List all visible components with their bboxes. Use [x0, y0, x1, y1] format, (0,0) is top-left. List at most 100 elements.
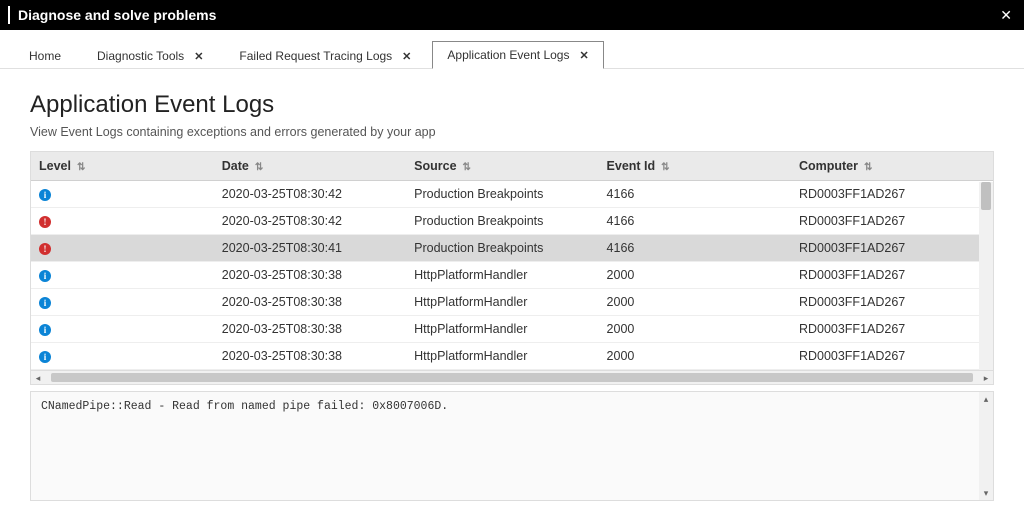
cell-level: ! [31, 208, 214, 235]
table-row[interactable]: ! 2020-03-25T08:30:41Production Breakpoin… [31, 235, 993, 262]
cell-level: i [31, 262, 214, 289]
cell-source: HttpPlatformHandler [406, 289, 598, 316]
col-header-label: Level [39, 159, 71, 173]
window-close-button[interactable]: ✕ [996, 3, 1016, 28]
table-row[interactable]: i 2020-03-25T08:30:38HttpPlatformHandler2… [31, 316, 993, 343]
table-body: i 2020-03-25T08:30:42Production Breakpoin… [31, 181, 993, 370]
event-log-table-wrap: Level ⇅ Date ⇅ Source ⇅ Event Id ⇅ Computer ⇅… [30, 151, 994, 371]
table-vertical-scrollbar[interactable] [979, 182, 993, 370]
table-horizontal-scrollbar[interactable]: ◂ ▸ [30, 371, 994, 385]
sort-icon: ⇅ [77, 162, 85, 173]
cell-computer: RD0003FF1AD267 [791, 235, 993, 262]
tab-close-icon[interactable]: ✕ [402, 50, 411, 63]
tab-failed-request-tracing-logs[interactable]: Failed Request Tracing Logs ✕ [224, 42, 426, 69]
scroll-left-icon[interactable]: ◂ [31, 371, 45, 385]
table-row[interactable]: i 2020-03-25T08:30:42Production Breakpoin… [31, 181, 993, 208]
cell-source: HttpPlatformHandler [406, 343, 598, 370]
tab-label: Application Event Logs [447, 48, 569, 62]
table-row[interactable]: i 2020-03-25T08:30:38HttpPlatformHandler2… [31, 262, 993, 289]
cell-computer: RD0003FF1AD267 [791, 208, 993, 235]
cell-eventid: 2000 [599, 316, 791, 343]
cell-date: 2020-03-25T08:30:38 [214, 289, 406, 316]
col-header-label: Computer [799, 159, 858, 173]
col-header-computer[interactable]: Computer ⇅ [791, 152, 993, 181]
cell-computer: RD0003FF1AD267 [791, 181, 993, 208]
event-detail-text: CNamedPipe::Read - Read from named pipe … [31, 392, 993, 421]
cell-source: Production Breakpoints [406, 181, 598, 208]
tab-bar: Home Diagnostic Tools ✕ Failed Request T… [0, 30, 1024, 69]
cell-computer: RD0003FF1AD267 [791, 289, 993, 316]
cell-source: Production Breakpoints [406, 235, 598, 262]
cell-date: 2020-03-25T08:30:42 [214, 181, 406, 208]
tab-label: Diagnostic Tools [97, 49, 184, 63]
cell-date: 2020-03-25T08:30:38 [214, 343, 406, 370]
tab-diagnostic-tools[interactable]: Diagnostic Tools ✕ [82, 42, 218, 69]
content-area: Application Event Logs View Event Logs c… [0, 69, 1024, 512]
cell-computer: RD0003FF1AD267 [791, 262, 993, 289]
cell-source: HttpPlatformHandler [406, 316, 598, 343]
scroll-up-icon[interactable]: ▴ [979, 392, 993, 406]
diagnose-window: Diagnose and solve problems ✕ Home Diagn… [0, 0, 1024, 512]
titlebar: Diagnose and solve problems ✕ [0, 0, 1024, 30]
col-header-level[interactable]: Level ⇅ [31, 152, 214, 181]
page-subtitle: View Event Logs containing exceptions an… [30, 125, 994, 139]
cell-level: i [31, 181, 214, 208]
cell-level: i [31, 343, 214, 370]
cell-source: HttpPlatformHandler [406, 262, 598, 289]
cell-computer: RD0003FF1AD267 [791, 316, 993, 343]
sort-icon: ⇅ [463, 162, 471, 173]
col-header-label: Source [414, 159, 456, 173]
cell-eventid: 2000 [599, 343, 791, 370]
scrollbar-thumb[interactable] [981, 182, 991, 210]
col-header-date[interactable]: Date ⇅ [214, 152, 406, 181]
info-icon: i [39, 270, 51, 282]
sort-icon: ⇅ [255, 162, 263, 173]
scroll-right-icon[interactable]: ▸ [979, 371, 993, 385]
info-icon: i [39, 297, 51, 309]
tab-label: Home [29, 49, 61, 63]
cell-computer: RD0003FF1AD267 [791, 343, 993, 370]
error-icon: ! [39, 243, 51, 255]
scrollbar-thumb[interactable] [51, 373, 973, 382]
cell-eventid: 4166 [599, 235, 791, 262]
close-icon: ✕ [1000, 7, 1012, 23]
col-header-label: Event Id [607, 159, 656, 173]
tab-application-event-logs[interactable]: Application Event Logs ✕ [432, 41, 603, 69]
detail-vertical-scrollbar[interactable]: ▴ ▾ [979, 392, 993, 500]
cell-date: 2020-03-25T08:30:42 [214, 208, 406, 235]
info-icon: i [39, 189, 51, 201]
cell-eventid: 4166 [599, 181, 791, 208]
sort-icon: ⇅ [864, 162, 872, 173]
cell-date: 2020-03-25T08:30:41 [214, 235, 406, 262]
error-icon: ! [39, 216, 51, 228]
scroll-down-icon[interactable]: ▾ [979, 486, 993, 500]
cell-level: i [31, 289, 214, 316]
table-row[interactable]: i 2020-03-25T08:30:38HttpPlatformHandler2… [31, 289, 993, 316]
col-header-eventid[interactable]: Event Id ⇅ [599, 152, 791, 181]
cell-eventid: 2000 [599, 262, 791, 289]
cell-level: i [31, 316, 214, 343]
titlebar-divider [8, 6, 10, 24]
window-title: Diagnose and solve problems [18, 7, 996, 23]
tab-home[interactable]: Home [14, 42, 76, 69]
cell-level: ! [31, 235, 214, 262]
cell-date: 2020-03-25T08:30:38 [214, 316, 406, 343]
cell-eventid: 4166 [599, 208, 791, 235]
table-row[interactable]: i 2020-03-25T08:30:38HttpPlatformHandler2… [31, 343, 993, 370]
event-log-table: Level ⇅ Date ⇅ Source ⇅ Event Id ⇅ Computer ⇅… [31, 152, 993, 370]
tab-close-icon[interactable]: ✕ [194, 50, 203, 63]
tab-label: Failed Request Tracing Logs [239, 49, 392, 63]
info-icon: i [39, 324, 51, 336]
cell-source: Production Breakpoints [406, 208, 598, 235]
col-header-label: Date [222, 159, 249, 173]
event-detail-panel: CNamedPipe::Read - Read from named pipe … [30, 391, 994, 501]
table-header-row: Level ⇅ Date ⇅ Source ⇅ Event Id ⇅ Computer ⇅ [31, 152, 993, 181]
page-title: Application Event Logs [30, 91, 994, 119]
cell-date: 2020-03-25T08:30:38 [214, 262, 406, 289]
col-header-source[interactable]: Source ⇅ [406, 152, 598, 181]
table-row[interactable]: ! 2020-03-25T08:30:42Production Breakpoin… [31, 208, 993, 235]
sort-icon: ⇅ [661, 162, 669, 173]
info-icon: i [39, 351, 51, 363]
cell-eventid: 2000 [599, 289, 791, 316]
tab-close-icon[interactable]: ✕ [579, 49, 588, 62]
